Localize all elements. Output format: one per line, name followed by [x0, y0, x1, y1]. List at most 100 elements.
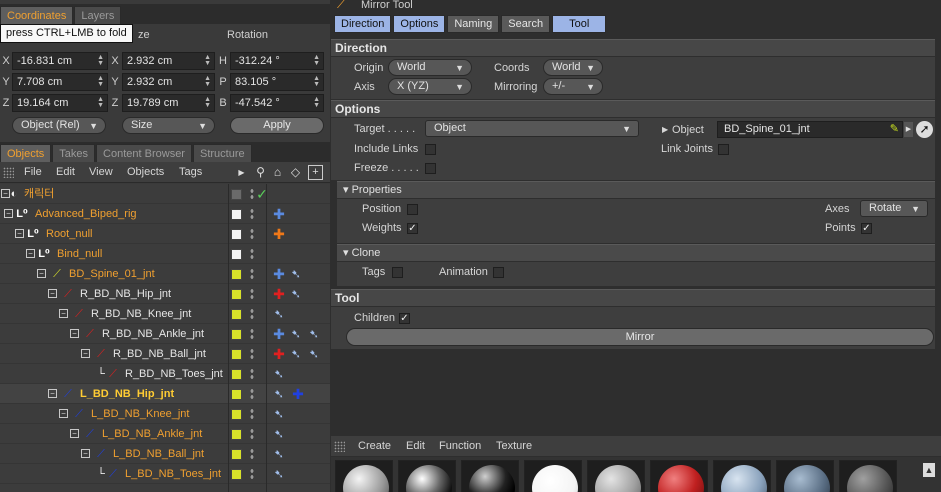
spinner-icon[interactable]: ▲ ▼	[97, 96, 104, 109]
menu-create[interactable]: Create	[358, 436, 391, 456]
origin-dropdown[interactable]: World ▼	[388, 59, 472, 76]
layer-swatch[interactable]	[231, 249, 242, 260]
layer-swatch[interactable]	[231, 449, 242, 460]
puzzle-tag-icon[interactable]: ✚	[271, 326, 287, 342]
layer-swatch[interactable]	[231, 389, 242, 400]
ik-tag-icon[interactable]: ➷	[288, 286, 304, 302]
material-swatch[interactable]	[524, 460, 582, 492]
ik-tag-icon[interactable]: ➷	[271, 406, 287, 422]
rot-p-field[interactable]: 83.105 ° ▲ ▼	[230, 73, 324, 91]
layer-swatch[interactable]	[231, 309, 242, 320]
arrow-right-icon[interactable]: ▶	[234, 165, 249, 180]
new-window-icon[interactable]: +	[308, 165, 323, 180]
layer-swatch[interactable]	[231, 429, 242, 440]
visibility-dots[interactable]	[250, 328, 254, 340]
pos-y-field[interactable]: 7.708 cm ▲ ▼	[12, 73, 108, 91]
tab-objects[interactable]: Objects	[0, 144, 52, 162]
spinner-icon[interactable]: ▲ ▼	[97, 75, 104, 88]
animation-checkbox[interactable]	[493, 267, 504, 278]
material-swatch[interactable]	[461, 460, 519, 492]
visibility-dots[interactable]	[250, 428, 254, 440]
puzzle-tag-icon[interactable]: ✚	[271, 266, 287, 282]
position-checkbox[interactable]	[407, 204, 418, 215]
layer-swatch[interactable]	[231, 209, 242, 220]
visibility-dots[interactable]	[250, 208, 254, 220]
home-icon[interactable]: ⌂	[270, 165, 285, 180]
tree-row[interactable]: − L⁰ Root_null ✚	[0, 224, 330, 244]
pos-z-field[interactable]: 19.164 cm ▲ ▼	[12, 94, 108, 112]
collapse-icon[interactable]: −	[37, 269, 46, 278]
spinner-icon[interactable]: ▲ ▼	[97, 54, 104, 67]
rot-b-field[interactable]: -47.542 ° ▲ ▼	[230, 94, 324, 112]
layer-swatch[interactable]	[231, 189, 242, 200]
material-swatch[interactable]	[398, 460, 456, 492]
layer-swatch[interactable]	[231, 329, 242, 340]
layer-swatch[interactable]	[231, 229, 242, 240]
spinner-icon[interactable]: ▲ ▼	[313, 75, 320, 88]
menu-function[interactable]: Function	[439, 436, 481, 456]
clone-header[interactable]: ▾ Clone	[337, 244, 935, 261]
tab-structure[interactable]: Structure	[192, 144, 252, 162]
children-checkbox[interactable]: ✓	[399, 313, 410, 324]
collapse-icon[interactable]: −	[70, 329, 79, 338]
material-swatch[interactable]	[650, 460, 708, 492]
collapse-icon[interactable]: −	[59, 309, 68, 318]
tab-coordinates[interactable]: Coordinates	[0, 6, 74, 24]
puzzle-tag-icon[interactable]: ✚	[271, 286, 287, 302]
visibility-dots[interactable]	[250, 448, 254, 460]
material-swatch[interactable]	[587, 460, 645, 492]
tab-direction[interactable]: Direction	[334, 15, 392, 33]
tree-row[interactable]: └ ⟋ R_BD_NB_Toes_jnt ➷	[0, 364, 330, 384]
visibility-dots[interactable]	[250, 268, 254, 280]
link-joints-checkbox[interactable]	[718, 144, 729, 155]
pick-cursor-icon[interactable]: ➚	[916, 121, 933, 138]
puzzle-tag-icon[interactable]: ✚	[271, 346, 287, 362]
visibility-dots[interactable]	[250, 368, 254, 380]
tags-checkbox[interactable]	[392, 267, 403, 278]
ik-tag-icon[interactable]: ➷	[271, 366, 287, 382]
weights-checkbox[interactable]: ✓	[407, 223, 418, 234]
ik-tag-icon[interactable]: ➷	[271, 386, 287, 402]
collapse-icon[interactable]: −	[4, 209, 13, 218]
visibility-dots[interactable]	[250, 408, 254, 420]
material-swatch[interactable]	[776, 460, 834, 492]
pos-x-field[interactable]: -16.831 cm ▲ ▼	[12, 52, 108, 70]
tab-layers[interactable]: Layers	[74, 6, 122, 24]
tab-takes[interactable]: Takes	[52, 144, 96, 162]
size-x-field[interactable]: 2.932 cm ▲ ▼	[122, 52, 215, 70]
tree-row[interactable]: − ⟋ L_BD_NB_Ankle_jnt ➷	[0, 424, 330, 444]
puzzle-tag-icon[interactable]: ✚	[271, 206, 287, 222]
tree-row[interactable]: − ⟋ R_BD_NB_Hip_jnt ✚ ➷	[0, 284, 330, 304]
expand-arrow-icon[interactable]: ▶	[662, 121, 668, 138]
coords-dropdown[interactable]: World ▼	[543, 59, 603, 76]
ik-tag-icon[interactable]: ➷	[271, 446, 287, 462]
collapse-icon[interactable]: −	[15, 229, 24, 238]
tree-row[interactable]: − ⟋ L_BD_NB_Knee_jnt ➷	[0, 404, 330, 424]
spinner-icon[interactable]: ▲ ▼	[313, 96, 320, 109]
collapse-icon[interactable]: −	[26, 249, 35, 258]
direction-header[interactable]: Direction	[331, 39, 935, 56]
collapse-icon[interactable]: −	[59, 409, 68, 418]
layer-swatch[interactable]	[231, 469, 242, 480]
include-links-checkbox[interactable]	[425, 144, 436, 155]
ik-tag-icon[interactable]: ➷	[306, 326, 322, 342]
ik-tag-icon[interactable]: ➷	[271, 466, 287, 482]
grip-icon[interactable]	[334, 441, 345, 452]
properties-header[interactable]: ▾ Properties	[337, 181, 935, 198]
points-checkbox[interactable]: ✓	[861, 223, 872, 234]
tab-options[interactable]: Options	[393, 15, 446, 33]
spinner-icon[interactable]: ▲ ▼	[204, 96, 211, 109]
material-swatch[interactable]	[839, 460, 897, 492]
tool-header[interactable]: Tool	[331, 289, 935, 306]
tree-row[interactable]: − ⟋ R_BD_NB_Ball_jnt ✚ ➷ ➷	[0, 344, 330, 364]
ik-tag-icon[interactable]: ➷	[306, 346, 322, 362]
collapse-icon[interactable]: −	[70, 429, 79, 438]
visibility-dots[interactable]	[250, 228, 254, 240]
size-z-field[interactable]: 19.789 cm ▲ ▼	[122, 94, 215, 112]
spinner-icon[interactable]: ▲ ▼	[204, 75, 211, 88]
freeze-checkbox[interactable]	[425, 163, 436, 174]
collapse-icon[interactable]: −	[48, 289, 57, 298]
tree-row[interactable]: └ ⟋ L_BD_NB_Toes_jnt ➷	[0, 464, 330, 484]
mirroring-dropdown[interactable]: +/- ▼	[543, 78, 603, 95]
visibility-dots[interactable]	[250, 348, 254, 360]
